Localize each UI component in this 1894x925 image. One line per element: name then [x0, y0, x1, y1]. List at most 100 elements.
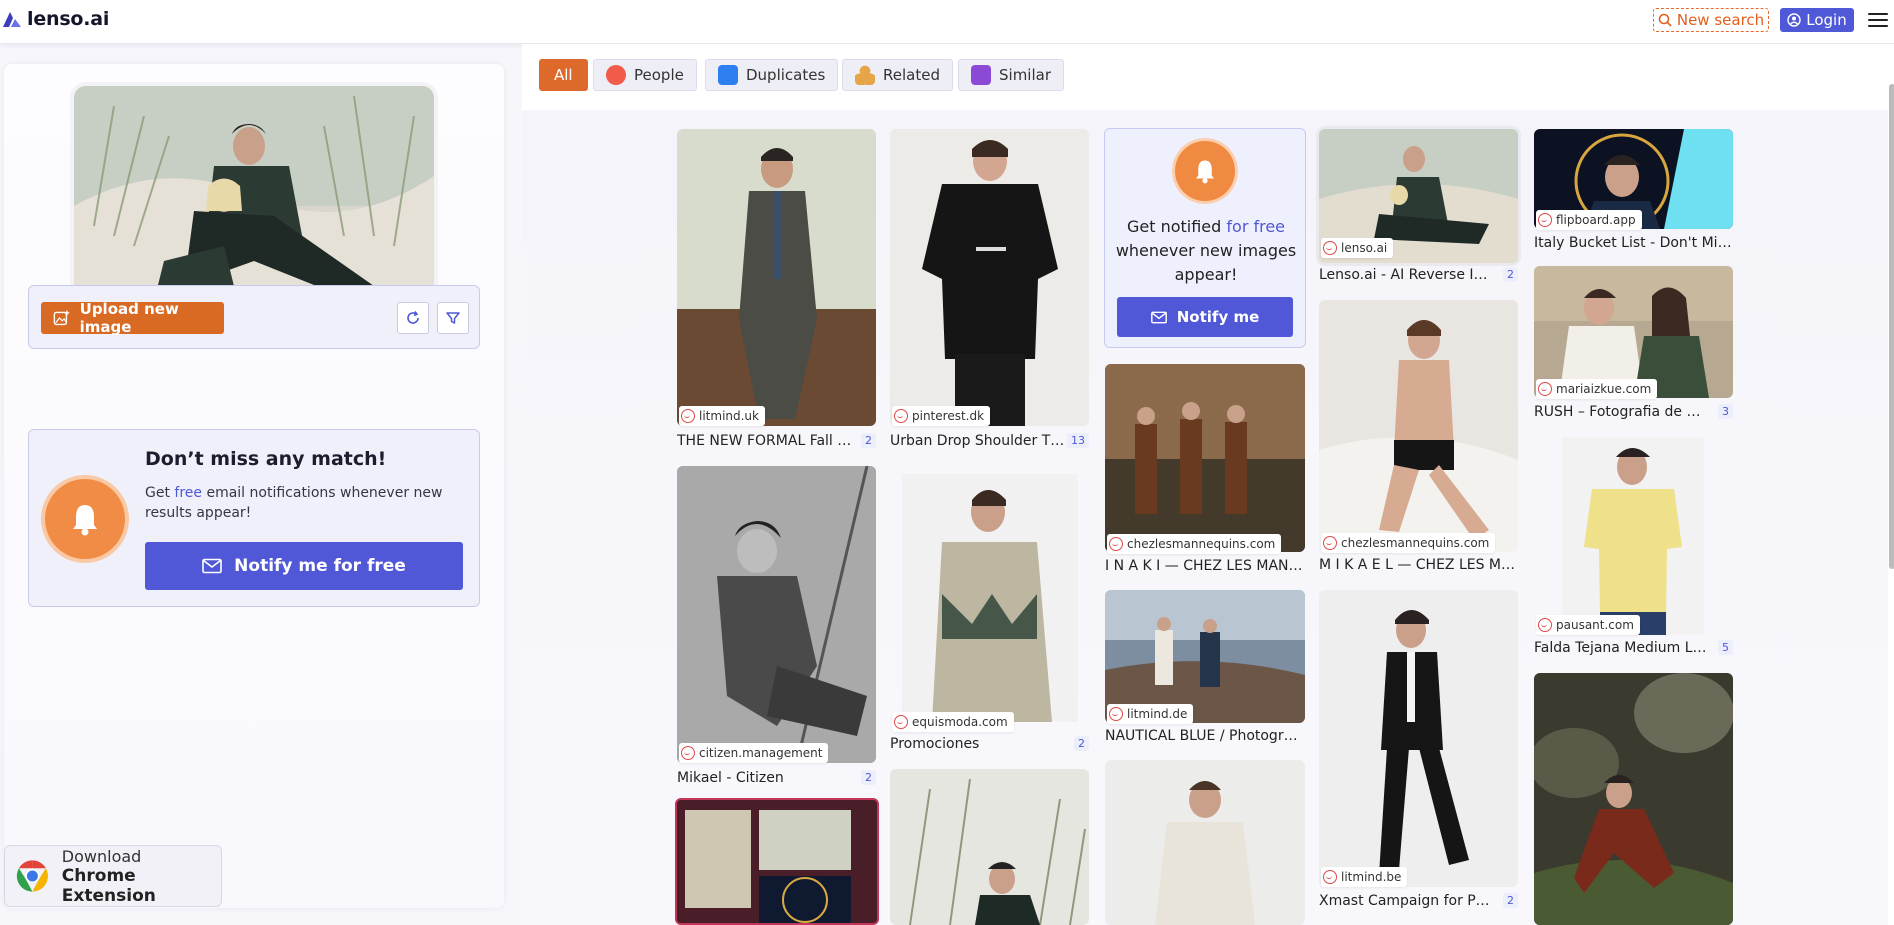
- login-button[interactable]: Login: [1780, 8, 1854, 32]
- source-badge[interactable]: pinterest.dk: [892, 406, 991, 426]
- source-badge[interactable]: pausant.com: [1536, 615, 1640, 635]
- result-card[interactable]: litmind.uk THE NEW FORMAL Fall Wi... 2: [677, 129, 876, 449]
- image-actions-bar: Upload new image: [28, 285, 480, 349]
- filter-button[interactable]: [437, 302, 469, 334]
- face-icon: [1109, 537, 1123, 551]
- notify-me-button[interactable]: Notify me: [1117, 297, 1293, 337]
- result-card[interactable]: lenso.ai Lenso.ai - AI Reverse Ima... 2: [1319, 129, 1518, 288]
- source-badge[interactable]: flipboard.app: [1536, 210, 1642, 230]
- result-title[interactable]: Italy Bucket List - Don't Miss ...: [1534, 235, 1733, 251]
- result-card[interactable]: equismoda.com Promociones 2: [890, 474, 1089, 757]
- logo[interactable]: lenso.ai: [2, 8, 109, 30]
- result-thumbnail[interactable]: [902, 474, 1078, 722]
- bell-icon: [1175, 141, 1235, 201]
- result-thumbnail[interactable]: [1319, 590, 1518, 887]
- similar-icon: [971, 65, 991, 85]
- face-icon: [1323, 241, 1337, 255]
- related-icon: [855, 65, 875, 85]
- result-card-collage[interactable]: [675, 798, 879, 925]
- scrollbar[interactable]: [1889, 84, 1894, 569]
- source-badge[interactable]: mariaizkue.com: [1536, 379, 1658, 399]
- result-title[interactable]: THE NEW FORMAL Fall Wi...: [677, 433, 852, 449]
- result-title[interactable]: I N A K I — CHEZ LES MANNE...: [1105, 558, 1305, 574]
- login-label: Login: [1806, 11, 1847, 29]
- tab-duplicates[interactable]: Duplicates: [705, 59, 839, 91]
- new-search-button[interactable]: New search: [1653, 8, 1769, 32]
- tab-people[interactable]: People: [593, 59, 697, 91]
- source-badge[interactable]: chezlesmannequins.com: [1321, 533, 1496, 553]
- result-count: 13: [1067, 433, 1089, 448]
- tab-similar[interactable]: Similar: [958, 59, 1064, 91]
- face-icon: [681, 409, 695, 423]
- source-badge[interactable]: equismoda.com: [892, 712, 1014, 732]
- result-thumbnail[interactable]: [1534, 673, 1733, 925]
- search-icon: [1658, 13, 1672, 27]
- notify-card-title: Don’t miss any match!: [145, 448, 387, 470]
- result-title[interactable]: Falda Tejana Medium Lig...: [1534, 640, 1709, 656]
- result-thumbnail[interactable]: [1105, 364, 1305, 552]
- result-thumbnail[interactable]: [1319, 300, 1518, 552]
- result-card[interactable]: pausant.com Falda Tejana Medium Lig... 5: [1534, 437, 1733, 659]
- result-card[interactable]: chezlesmannequins.com I N A K I — CHEZ L…: [1105, 364, 1305, 577]
- extension-line2: Chrome Extension: [61, 865, 156, 906]
- source-badge[interactable]: citizen.management: [679, 743, 829, 763]
- result-thumbnail[interactable]: [890, 769, 1089, 925]
- source-badge[interactable]: litmind.be: [1321, 867, 1408, 887]
- result-title[interactable]: Urban Drop Shoulder T S...: [890, 433, 1065, 449]
- chrome-extension-download[interactable]: Download Chrome Extension: [4, 845, 222, 907]
- top-bar: lenso.ai New search Login: [0, 0, 1894, 44]
- result-card[interactable]: mariaizkue.com RUSH – Fotografia de bod.…: [1534, 266, 1733, 424]
- result-thumbnail[interactable]: [890, 129, 1089, 426]
- result-title[interactable]: Promociones: [890, 736, 1065, 752]
- new-search-label: New search: [1676, 11, 1765, 29]
- result-title[interactable]: Mikael - Citizen: [677, 770, 852, 786]
- mail-icon: [1150, 311, 1167, 323]
- face-icon: [1109, 707, 1123, 721]
- result-card[interactable]: chezlesmannequins.com M I K A E L — CHEZ…: [1319, 300, 1519, 577]
- face-icon: [1538, 382, 1552, 396]
- tab-related[interactable]: Related: [842, 59, 953, 91]
- result-thumbnail[interactable]: [677, 129, 876, 426]
- result-count: 2: [861, 770, 876, 785]
- notify-me-for-free-button[interactable]: Notify me for free: [145, 542, 463, 590]
- refresh-button[interactable]: [397, 302, 429, 334]
- result-card[interactable]: litmind.de NAUTICAL BLUE / Photograp...: [1105, 590, 1305, 748]
- left-panel: Upload new image Don’t miss any match! G…: [4, 64, 504, 908]
- result-thumbnail[interactable]: [1562, 437, 1704, 635]
- result-card[interactable]: pinterest.dk Urban Drop Shoulder T S... …: [890, 129, 1089, 449]
- result-count: 2: [1503, 267, 1518, 282]
- notify-promo-card: Get notified for free whenever new image…: [1104, 128, 1306, 348]
- face-icon: [1323, 536, 1337, 550]
- refresh-icon: [407, 311, 419, 324]
- bell-icon: [45, 479, 125, 559]
- result-count: 3: [1718, 404, 1733, 419]
- result-card[interactable]: [890, 769, 1089, 925]
- result-title[interactable]: RUSH – Fotografia de bod...: [1534, 404, 1709, 420]
- result-title[interactable]: Lenso.ai - AI Reverse Ima...: [1319, 267, 1494, 283]
- source-badge[interactable]: lenso.ai: [1321, 238, 1394, 258]
- notify-card-text: Get free email notifications whenever ne…: [145, 485, 443, 521]
- result-card[interactable]: litmind.be Xmast Campaign for Puro... 2: [1319, 590, 1518, 915]
- result-thumbnail[interactable]: [677, 466, 876, 763]
- face-icon: [894, 409, 908, 423]
- hamburger-menu-icon[interactable]: [1867, 10, 1889, 30]
- result-card[interactable]: [1105, 760, 1305, 925]
- result-thumbnail[interactable]: [1105, 760, 1305, 925]
- upload-new-image-button[interactable]: Upload new image: [41, 300, 224, 336]
- result-title[interactable]: NAUTICAL BLUE / Photograp...: [1105, 728, 1305, 744]
- result-card[interactable]: flipboard.app Italy Bucket List - Don't …: [1534, 129, 1733, 255]
- chrome-icon: [16, 860, 48, 892]
- face-icon: [681, 746, 695, 760]
- result-card[interactable]: [1534, 673, 1733, 925]
- filter-funnel-icon: [446, 312, 460, 324]
- source-badge[interactable]: chezlesmannequins.com: [1107, 534, 1282, 554]
- source-badge[interactable]: litmind.uk: [679, 406, 765, 426]
- result-title[interactable]: M I K A E L — CHEZ LES MAN...: [1319, 557, 1519, 573]
- lenso-logo-icon: [3, 12, 21, 27]
- result-title[interactable]: Xmast Campaign for Puro...: [1319, 893, 1494, 909]
- source-badge[interactable]: litmind.de: [1107, 704, 1194, 724]
- result-card[interactable]: citizen.management Mikael - Citizen 2: [677, 466, 876, 786]
- tab-all[interactable]: All: [539, 59, 588, 91]
- filter-tabs: All People Duplicates Related Similar: [522, 44, 1894, 110]
- promo-text: Get notified for free whenever new image…: [1115, 217, 1297, 284]
